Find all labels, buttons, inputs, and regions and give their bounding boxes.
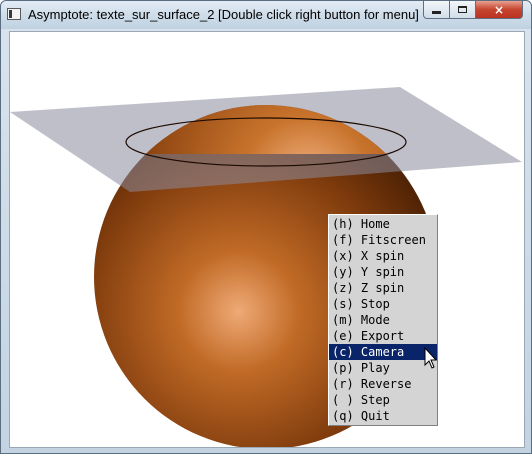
title-bar[interactable]: Asymptote: texte_sur_surface_2 [Double c… [1,1,531,29]
close-button[interactable]: × [476,1,523,19]
app-icon[interactable] [7,8,21,20]
minimize-icon [432,11,441,14]
menu-item-reverse[interactable]: (r) Reverse [329,376,437,392]
menu-item-quit[interactable]: (q) Quit [329,408,437,424]
3d-scene[interactable] [10,32,525,448]
menu-item-fitscreen[interactable]: (f) Fitscreen [329,232,437,248]
menu-item-x-spin[interactable]: (x) X spin [329,248,437,264]
minimize-button[interactable] [423,1,450,19]
menu-item-stop[interactable]: (s) Stop [329,296,437,312]
menu-item-z-spin[interactable]: (z) Z spin [329,280,437,296]
menu-item-step[interactable]: ( ) Step [329,392,437,408]
caption-buttons: × [423,1,527,20]
menu-item-export[interactable]: (e) Export [329,328,437,344]
menu-item-y-spin[interactable]: (y) Y spin [329,264,437,280]
app-window: Asymptote: texte_sur_surface_2 [Double c… [0,0,532,454]
context-menu: (h) Home (f) Fitscreen (x) X spin (y) Y spi… [328,214,438,426]
maximize-button[interactable] [450,1,476,19]
render-canvas[interactable] [9,31,525,448]
close-icon: × [493,2,505,17]
maximize-icon [458,6,467,13]
mouse-pointer-icon [424,347,438,369]
menu-item-camera[interactable]: (c) Camera [329,344,437,360]
menu-item-mode[interactable]: (m) Mode [329,312,437,328]
menu-item-home[interactable]: (h) Home [329,216,437,232]
menu-item-play[interactable]: (p) Play [329,360,437,376]
window-title: Asymptote: texte_sur_surface_2 [Double c… [28,7,419,22]
